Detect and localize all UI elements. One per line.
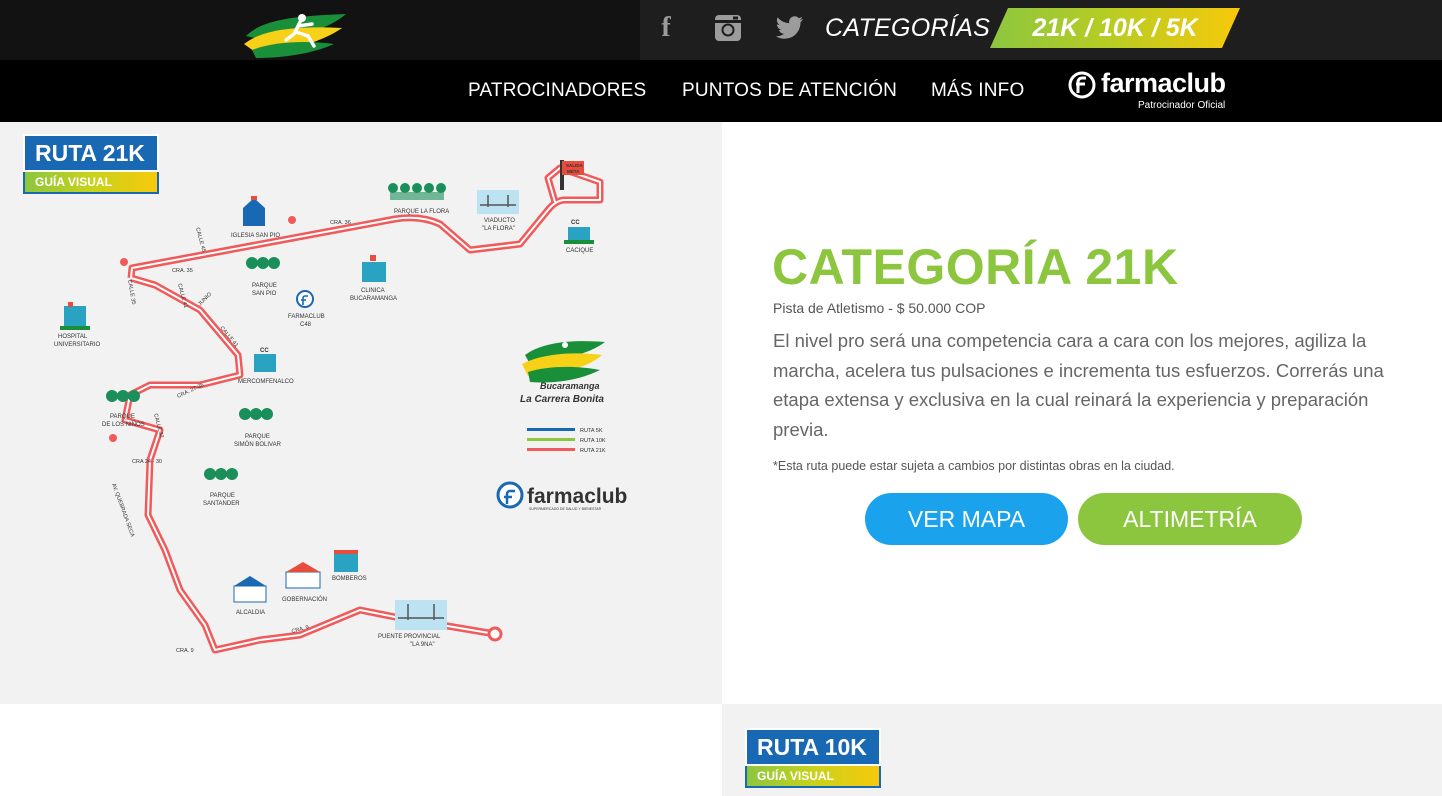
svg-text:CC: CC bbox=[571, 220, 580, 226]
tree-icon bbox=[106, 390, 140, 402]
cacique-building-icon: CC bbox=[564, 220, 594, 244]
category-price: Pista de Atletismo - $ 50.000 COP bbox=[773, 300, 986, 316]
gobernacion-icon bbox=[285, 562, 321, 589]
svg-text:UNIVERSITARIO: UNIVERSITARIO bbox=[54, 342, 101, 348]
svg-text:BOMBEROS: BOMBEROS bbox=[332, 576, 367, 582]
svg-text:"LA FLORA": "LA FLORA" bbox=[482, 226, 515, 232]
ruta-badge-subtitle: GUÍA VISUAL bbox=[23, 172, 159, 194]
svg-text:IGLESIA SAN PIO: IGLESIA SAN PIO bbox=[231, 233, 280, 239]
svg-text:CRA. 36: CRA. 36 bbox=[330, 220, 351, 226]
ruta-10k-badge: RUTA 10K GUÍA VISUAL bbox=[745, 728, 881, 788]
map-pin-icon bbox=[288, 216, 296, 224]
farmaclub-icon bbox=[296, 290, 314, 308]
svg-text:ALCALDIA: ALCALDIA bbox=[236, 610, 265, 616]
svg-text:CRA. 9: CRA. 9 bbox=[176, 648, 194, 654]
mercomfenalco-icon: CC bbox=[254, 348, 276, 372]
svg-text:Bucaramanga: Bucaramanga bbox=[540, 381, 600, 391]
viaducto-icon bbox=[477, 190, 519, 214]
tree-icon bbox=[246, 257, 280, 269]
brazil-runner-logo[interactable] bbox=[242, 6, 350, 60]
clinica-icon bbox=[362, 255, 386, 282]
nav-puntos-atencion[interactable]: PUNTOS DE ATENCIÓN bbox=[682, 80, 897, 102]
svg-text:SANTANDER: SANTANDER bbox=[203, 501, 240, 507]
puente-icon bbox=[395, 600, 447, 630]
svg-text:"LA 9NA": "LA 9NA" bbox=[410, 642, 435, 648]
alcaldia-icon bbox=[233, 576, 267, 603]
categories-label[interactable]: CATEGORÍAS bbox=[825, 14, 990, 43]
svg-text:PARQUE: PARQUE bbox=[245, 434, 270, 440]
ver-mapa-button[interactable]: VER MAPA bbox=[865, 493, 1068, 545]
svg-text:SAN PIO: SAN PIO bbox=[252, 291, 277, 297]
bucaramanga-logo-icon bbox=[522, 341, 605, 383]
instagram-icon[interactable] bbox=[710, 10, 746, 46]
svg-text:RUTA 10K: RUTA 10K bbox=[580, 438, 606, 444]
map-pin-icon bbox=[109, 434, 117, 442]
svg-text:PARQUE LA FLORA: PARQUE LA FLORA bbox=[394, 209, 449, 215]
map-pin-icon bbox=[120, 258, 128, 266]
svg-text:CLINICA: CLINICA bbox=[361, 288, 385, 294]
svg-text:VIADUCTO: VIADUCTO bbox=[484, 218, 515, 224]
ruta-badge-title: RUTA 21K bbox=[23, 134, 159, 172]
svg-text:PUENTE PROVINCIAL: PUENTE PROVINCIAL bbox=[378, 634, 441, 640]
svg-text:META: META bbox=[567, 169, 580, 174]
nav-patrocinadores[interactable]: PATROCINADORES bbox=[468, 80, 646, 102]
svg-text:farmaclub: farmaclub bbox=[527, 485, 627, 508]
hospital-icon bbox=[60, 302, 90, 330]
svg-text:PARQUE: PARQUE bbox=[252, 283, 277, 289]
svg-text:C48: C48 bbox=[300, 322, 312, 328]
bomberos-icon bbox=[334, 550, 358, 572]
salida-meta-flag-icon: SALIDA META bbox=[560, 160, 584, 190]
route-end-marker bbox=[487, 626, 503, 642]
facebook-icon[interactable]: f bbox=[648, 10, 684, 46]
ruta-badge-subtitle: GUÍA VISUAL bbox=[745, 766, 881, 788]
svg-text:SUPERMERCADO DE SALUD Y BIENES: SUPERMERCADO DE SALUD Y BIENESTAR bbox=[529, 507, 602, 511]
svg-text:BUCARAMANGA: BUCARAMANGA bbox=[350, 296, 397, 302]
svg-text:RUTA 21K: RUTA 21K bbox=[580, 448, 606, 454]
svg-text:CC: CC bbox=[260, 348, 269, 354]
route-map-panel[interactable]: SALIDA META PARQUE LA FLORA VIADUCTO "LA… bbox=[0, 122, 722, 704]
svg-text:AV. QUEBRADA SECA: AV. QUEBRADA SECA bbox=[110, 483, 135, 539]
svg-text:DE LOS NIÑOS: DE LOS NIÑOS bbox=[102, 421, 145, 428]
svg-text:SALIDA: SALIDA bbox=[566, 163, 584, 168]
ruta-21k-badge: RUTA 21K GUÍA VISUAL bbox=[23, 134, 159, 194]
next-route-panel: RUTA 10K GUÍA VISUAL bbox=[722, 704, 1442, 796]
svg-text:HOSPITAL: HOSPITAL bbox=[58, 334, 88, 340]
farmaclub-wordmark: farmaclub bbox=[1101, 68, 1226, 98]
svg-text:La Carrera Bonita: La Carrera Bonita bbox=[520, 394, 604, 405]
svg-text:FARMACLUB: FARMACLUB bbox=[288, 314, 325, 320]
svg-text:CACIQUE: CACIQUE bbox=[566, 248, 593, 254]
farmaclub-icon bbox=[496, 481, 524, 509]
route-note: *Esta ruta puede estar sujeta a cambios … bbox=[773, 459, 1175, 473]
svg-text:PARQUE: PARQUE bbox=[210, 493, 235, 499]
svg-text:CALLE 35: CALLE 35 bbox=[126, 279, 136, 305]
svg-text:PARQUE: PARQUE bbox=[110, 414, 135, 420]
iglesia-icon bbox=[243, 196, 265, 226]
twitter-icon[interactable] bbox=[772, 10, 808, 46]
category-title: CATEGORÍA 21K bbox=[772, 239, 1179, 295]
farmaclub-icon bbox=[1068, 71, 1096, 99]
svg-text:CRA 24 - 30: CRA 24 - 30 bbox=[132, 459, 162, 465]
farmaclub-sponsor-logo[interactable]: farmaclub Patrocinador Oficial bbox=[1068, 68, 1238, 114]
tree-icon bbox=[239, 408, 273, 420]
svg-text:CRA. 35: CRA. 35 bbox=[172, 268, 193, 274]
svg-text:SIMÓN BOLIVAR: SIMÓN BOLIVAR bbox=[234, 441, 282, 448]
route-map: SALIDA META PARQUE LA FLORA VIADUCTO "LA… bbox=[54, 160, 627, 654]
svg-text:RUTA 5K: RUTA 5K bbox=[580, 428, 603, 434]
altimetria-button[interactable]: ALTIMETRÍA bbox=[1078, 493, 1302, 545]
tree-icon bbox=[388, 183, 446, 200]
sponsor-subtitle: Patrocinador Oficial bbox=[1138, 100, 1226, 111]
tree-icon bbox=[204, 468, 238, 480]
svg-text:CALLE 45: CALLE 45 bbox=[194, 227, 206, 253]
svg-text:JUNIO: JUNIO bbox=[197, 291, 213, 307]
svg-text:MERCOMFENALCO: MERCOMFENALCO bbox=[238, 379, 294, 385]
categories-badge[interactable]: 21K / 10K / 5K bbox=[990, 8, 1240, 48]
route-legend: RUTA 5K RUTA 10K RUTA 21K bbox=[527, 428, 606, 454]
nav-mas-info[interactable]: MÁS INFO bbox=[931, 80, 1024, 102]
svg-text:GOBERNACIÓN: GOBERNACIÓN bbox=[282, 596, 327, 603]
category-description: El nivel pro será una competencia cara a… bbox=[773, 330, 1384, 440]
ruta-badge-title: RUTA 10K bbox=[745, 728, 881, 766]
